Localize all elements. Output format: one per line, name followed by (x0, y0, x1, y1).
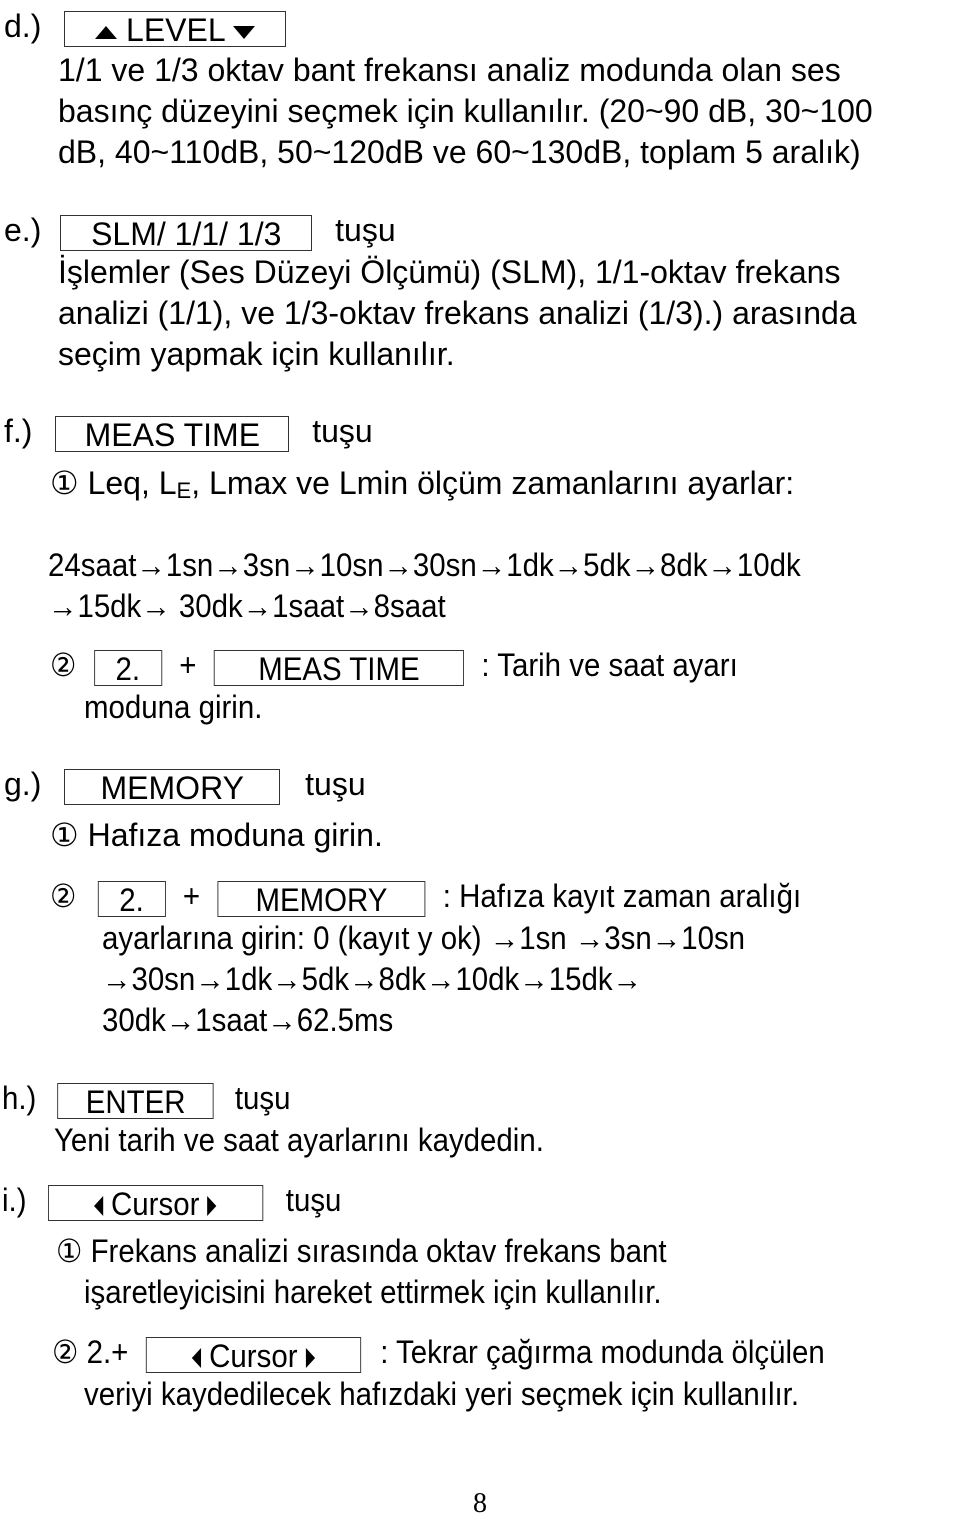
two-key: 2. (97, 880, 166, 918)
section-label: f.) (4, 413, 33, 449)
enter-key: ENTER (57, 1082, 214, 1120)
sequence-line: 24saat→1sn→3sn→10sn→30sn→1dk→5dk→8dk→10d… (48, 547, 801, 583)
paragraph-line: veriyi kaydedilecek hafızdaki yeri seçme… (84, 1376, 800, 1412)
section-label: g.) (4, 766, 42, 802)
left-triangle-icon (191, 1348, 201, 1369)
list-item: ① Leq, LE, Lmax ve Lmin ölçüm zamanların… (50, 465, 795, 503)
paragraph-line: →30sn→1dk→5dk→8dk→10dk→15dk→ (102, 961, 642, 997)
cursor-key: Cursor (145, 1336, 361, 1374)
key-suffix: tuşu (285, 1182, 342, 1218)
section-label: e.) (4, 212, 42, 248)
circled-two-marker: ② (52, 1334, 79, 1370)
paragraph-line: ayarlarına girin: 0 (kayıt y ok) →1sn →3… (102, 920, 746, 956)
right-triangle-icon (305, 1348, 315, 1369)
meas-time-key: MEAS TIME (55, 415, 290, 453)
paragraph-line: Yeni tarih ve saat ayarlarını kaydedin. (54, 1122, 544, 1158)
memory-key: MEMORY (64, 768, 281, 806)
paragraph-line: moduna girin. (84, 689, 263, 725)
paragraph-line: İşlemler (Ses Düzeyi Ölçümü) (SLM), 1/1-… (58, 254, 841, 290)
section-d-header: d.) LEVEL (4, 6, 287, 48)
two-key: 2. (93, 649, 162, 687)
paragraph-line: dB, 40~110dB, 50~120dB ve 60~130dB, topl… (58, 134, 861, 170)
section-e-header: e.) SLM/ 1/1/ 1/3 tuşu (4, 210, 396, 252)
down-triangle-icon (233, 25, 256, 39)
section-f-header: f.) MEAS TIME tuşu (4, 411, 373, 453)
level-key: LEVEL (64, 10, 287, 48)
circled-one-marker: ① (56, 1233, 83, 1269)
paragraph-line: 1/1 ve 1/3 oktav bant frekansı analiz mo… (58, 52, 841, 88)
section-label: d.) (4, 8, 42, 44)
paragraph-line: basınç düzeyini seçmek için kullanılır. … (58, 93, 873, 129)
section-label: i.) (2, 1182, 27, 1218)
key-suffix: tuşu (305, 766, 366, 802)
key-suffix: tuşu (234, 1080, 291, 1116)
sequence-line: →15dk→ 30dk→1saat→8saat (48, 588, 446, 624)
page-number: 8 (473, 1488, 487, 1519)
list-item: ② 2.+ Cursor : Tekrar çağırma modunda öl… (52, 1334, 825, 1374)
paragraph-line: seçim yapmak için kullanılır. (58, 336, 455, 372)
section-i-header: i.) Cursor tuşu (2, 1180, 342, 1222)
paragraph-line: analizi (1/1), ve 1/3-oktav frekans anal… (58, 295, 857, 331)
list-item: ① Hafıza moduna girin. (50, 817, 383, 853)
slm-key: SLM/ 1/1/ 1/3 (60, 214, 313, 252)
section-g-header: g.) MEMORY tuşu (4, 764, 366, 806)
list-item: ② 2. + MEAS TIME : Tarih ve saat ayarı (50, 647, 738, 687)
memory-key: MEMORY (217, 880, 426, 918)
key-suffix: tuşu (312, 413, 373, 449)
circled-two-marker: ② (50, 647, 77, 683)
meas-time-key: MEAS TIME (213, 649, 465, 687)
list-item: ② 2. + MEMORY : Hafıza kayıt zaman aralı… (50, 878, 802, 918)
cursor-key: Cursor (47, 1184, 263, 1222)
left-triangle-icon (93, 1196, 103, 1217)
paragraph-line: işaretleyicisini hareket ettirmek için k… (84, 1274, 662, 1310)
list-item: ① Frekans analizi sırasında oktav frekan… (56, 1233, 667, 1269)
section-label: h.) (2, 1080, 37, 1116)
key-suffix: tuşu (335, 212, 396, 248)
circled-one-marker: ① (50, 817, 79, 853)
up-triangle-icon (95, 25, 118, 39)
circled-two-marker: ② (50, 878, 77, 914)
right-triangle-icon (207, 1196, 217, 1217)
paragraph-line: 30dk→1saat→62.5ms (102, 1002, 394, 1038)
section-h-header: h.) ENTER tuşu (2, 1078, 291, 1120)
circled-one-marker: ① (50, 465, 79, 501)
